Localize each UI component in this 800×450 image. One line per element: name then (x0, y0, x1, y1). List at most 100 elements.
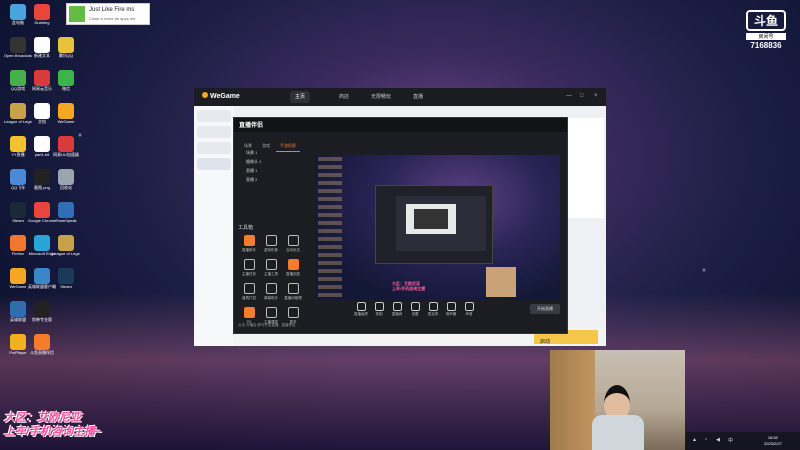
tool-icon (243, 283, 255, 294)
maximize-button[interactable]: □ (580, 93, 584, 99)
network-icon[interactable]: ▲ (692, 437, 697, 443)
action-label: 声音 (465, 312, 473, 316)
streamer-body (592, 415, 644, 450)
scene-item[interactable]: 直播 2 (238, 175, 310, 184)
tool-icon (287, 283, 299, 294)
toolbox-item[interactable]: 互动玩法 (282, 235, 304, 253)
app-icon (34, 268, 50, 284)
toolbox-item[interactable]: 直播间管理 (282, 283, 304, 301)
stream-action-button[interactable]: 设置 (406, 302, 424, 317)
toolbox-item[interactable]: 直播回放 (282, 259, 304, 277)
notification-title: Just Like Fire ms (89, 7, 135, 13)
taskbar-clock[interactable]: 18:52 2023/2/27 (764, 435, 782, 447)
stream-app-title: 直播伴侣 (239, 123, 264, 129)
stream-action-button[interactable]: 直播画质 (352, 302, 370, 317)
tool-icon (287, 307, 299, 318)
app-icon (10, 37, 26, 53)
stream-overlay-text: 大区：艾欧尼亚 上车/手机咨询主播~ (4, 411, 101, 439)
preview-overlay-text: 大区：艾欧尼亚 上车/手机咨询主播 (392, 281, 425, 291)
stream-action-button[interactable]: 录制 (370, 302, 388, 317)
app-icon (58, 136, 74, 152)
tool-label: 道具打赏 (242, 296, 256, 300)
action-label: 录制 (375, 312, 383, 316)
tab-store[interactable]: 商店 (334, 91, 354, 103)
action-label: 麦克风 (427, 312, 439, 316)
scene-item[interactable]: 直播 1 (238, 166, 310, 175)
tool-label: 主播任务 (242, 272, 256, 276)
tab-live[interactable]: 直播 (408, 91, 428, 103)
tool-icon (265, 259, 277, 270)
desktop-icon[interactable]: Dubbing (28, 4, 56, 25)
scene-item[interactable]: 摄像头 1 (238, 157, 310, 166)
preview-desktop-icons (318, 157, 342, 297)
app-icon (10, 202, 26, 218)
stream-preview: 大区：艾欧尼亚 上车/手机咨询主播 (316, 155, 560, 300)
wegame-titlebar: WeGame 主页 商店 无限畅玩 直播 — □ × (194, 88, 606, 106)
action-label: 直播间 (391, 312, 403, 316)
toolbox-item[interactable]: 道具打赏 (238, 283, 260, 301)
room-label: 房间号 (746, 33, 786, 40)
app-icon (10, 301, 26, 317)
desktop-icon[interactable]: 网易UU加速器 (52, 136, 80, 157)
desktop-icon[interactable]: TeamSpeak (52, 202, 80, 223)
stream-action-button[interactable]: 声音 (460, 302, 478, 317)
action-label: 直播画质 (354, 312, 368, 316)
desktop-icon-label: 腾讯QQ (58, 53, 74, 58)
desktop-icon[interactable]: 回收站 (52, 169, 80, 190)
desktop-icon-label: Dubbing (34, 20, 50, 25)
stream-titlebar: 直播伴侣 (234, 118, 567, 132)
action-icon (392, 302, 402, 311)
close-button[interactable]: × (594, 93, 598, 99)
minimize-button[interactable]: — (566, 93, 572, 99)
app-icon (34, 301, 50, 317)
desktop-icon[interactable]: Steam (52, 268, 80, 289)
toolbox-item[interactable]: 主播任务 (238, 259, 260, 277)
toolbox-item[interactable]: PK (238, 307, 260, 324)
app-icon (10, 334, 26, 350)
stream-actions: 直播画质 录制 直播间 设置 麦克风 扬声器 声音 (352, 302, 502, 320)
sidebar-search[interactable] (197, 110, 231, 122)
notification-subtitle: Close a come ab apps me (89, 16, 136, 21)
stream-action-button[interactable]: 扬声器 (442, 302, 460, 317)
tool-icon (265, 235, 277, 246)
webcam-feed (550, 350, 685, 450)
stream-action-button[interactable]: 麦克风 (424, 302, 442, 317)
toolbox-item[interactable]: 弹幕助手 (260, 283, 282, 301)
album-thumbnail (69, 6, 85, 22)
action-icon (410, 302, 420, 311)
app-icon (34, 334, 50, 350)
stream-action-button[interactable]: 直播间 (388, 302, 406, 317)
toolbox-item[interactable]: 虚拟形象 (260, 235, 282, 253)
desktop-icon[interactable]: 剪映专业版 (28, 301, 56, 322)
app-icon (10, 268, 26, 284)
overlay-line-2: 上车/手机咨询主播~ (4, 426, 102, 438)
music-notification[interactable]: Just Like Fire ms Close a come ab apps m… (66, 3, 150, 25)
desktop-icon[interactable]: 微信 (52, 70, 80, 91)
toolbox-item[interactable]: 直播助手 (238, 235, 260, 253)
desktop-icon[interactable]: 腾讯QQ (52, 37, 80, 58)
ime-icon[interactable]: 中 (728, 437, 733, 444)
volume-icon[interactable]: ◀ (716, 437, 720, 443)
wifi-icon[interactable]: ◔ (704, 437, 707, 443)
start-live-button[interactable]: 开始直播 (530, 304, 560, 314)
tab-home[interactable]: 主页 (290, 91, 311, 103)
streaming-app-window: 直播伴侣 场景 游戏 手游投屏 场景 1 摄像头 1 直播 1 直播 2 工具箱 直… (233, 117, 568, 334)
desktop-icon[interactable]: League of Legends (52, 235, 80, 256)
sidebar-item-pc-manager[interactable] (197, 126, 231, 138)
tool-icon (243, 307, 255, 318)
sidebar-item-lol[interactable] (197, 158, 231, 170)
wegame-logo-icon (202, 92, 208, 98)
desktop-icon[interactable]: 斗鱼直播伴侣 (28, 334, 56, 355)
scene-item[interactable]: 场景 1 (238, 148, 310, 157)
tool-icon (287, 235, 299, 246)
footer-note: 点击 开播后 即可开启直播 · 直播伴侣 (238, 323, 296, 327)
tab-unlimited[interactable]: 无限畅玩 (366, 91, 396, 103)
desktop-icon[interactable]: WeGame (52, 103, 80, 124)
sidebar-item-accelerator[interactable] (197, 142, 231, 154)
toolbox-item[interactable]: 主播工具 (260, 259, 282, 277)
app-icon (58, 202, 74, 218)
overlay-line-1: 大区：艾欧尼亚 (4, 412, 81, 424)
desktop-icon-label: 斗鱼直播伴侣 (30, 350, 54, 355)
desktop-icon-label: WeGame (57, 119, 75, 124)
tool-label: 主播工具 (264, 272, 278, 276)
